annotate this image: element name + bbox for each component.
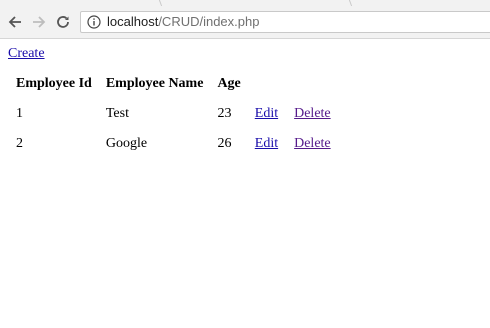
employee-name-cell: Test — [105, 106, 129, 121]
table-row: 1 Test 23 Edit Delete — [10, 100, 353, 128]
employee-name-cell: Google — [105, 136, 148, 151]
back-button[interactable] — [6, 13, 24, 31]
reload-icon — [57, 16, 69, 28]
employee-id-cell: 1 — [16, 106, 23, 121]
row-actions: Edit Delete — [249, 100, 353, 128]
table-header-row: Employee Id Employee Name Age — [10, 70, 353, 98]
employee-id-cell: 2 — [16, 136, 23, 151]
forward-button[interactable] — [30, 13, 48, 31]
employee-age-cell: 26 — [217, 136, 232, 151]
browser-toolbar: localhost/CRUD/index.php — [0, 6, 490, 39]
edit-link[interactable]: Edit — [255, 136, 278, 151]
employee-table: Employee Id Employee Name Age 1 Test 23 … — [8, 68, 355, 160]
row-actions: Edit Delete — [249, 130, 353, 158]
forward-arrow-icon — [33, 16, 46, 28]
column-header-employee-id: Employee Id — [16, 76, 92, 91]
column-header-employee-name: Employee Name — [105, 76, 204, 91]
page-content: Create Employee Id Employee Name Age 1 T… — [8, 46, 355, 160]
reload-button[interactable] — [54, 13, 72, 31]
url-path: /CRUD/index.php — [158, 14, 260, 29]
edit-link[interactable]: Edit — [255, 106, 278, 121]
employee-age-cell: 23 — [217, 106, 232, 121]
info-icon[interactable] — [87, 15, 101, 29]
back-arrow-icon — [8, 16, 21, 28]
address-bar[interactable]: localhost/CRUD/index.php — [80, 11, 490, 33]
column-header-age: Age — [217, 76, 241, 91]
table-row: 2 Google 26 Edit Delete — [10, 130, 353, 158]
delete-link[interactable]: Delete — [294, 136, 331, 151]
create-link[interactable]: Create — [8, 46, 45, 61]
column-header-actions — [249, 70, 353, 98]
url-host: localhost — [107, 14, 159, 29]
url-text: localhost/CRUD/index.php — [107, 14, 259, 30]
delete-link[interactable]: Delete — [294, 106, 331, 121]
